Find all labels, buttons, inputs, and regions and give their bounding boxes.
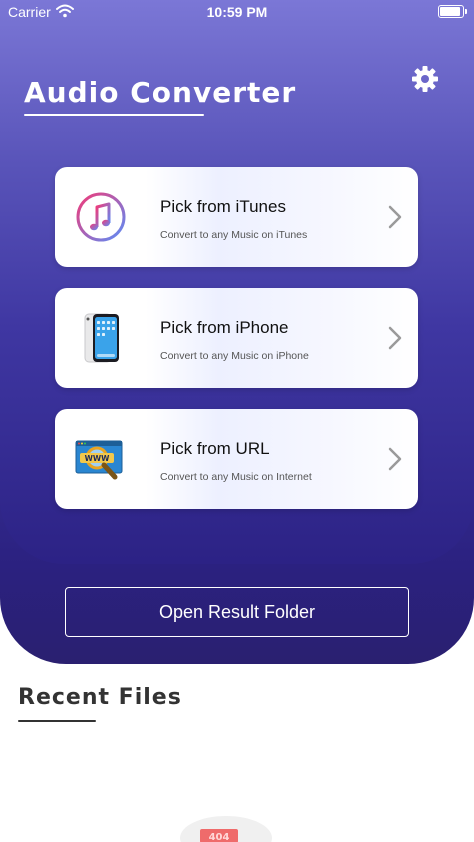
iphone-icon bbox=[84, 313, 119, 363]
pick-iphone-card[interactable]: Pick from iPhone Convert to any Music on… bbox=[55, 288, 418, 388]
www-magnifier-icon: WWW bbox=[75, 440, 123, 480]
page-title: Audio Converter bbox=[24, 76, 297, 109]
empty-badge-text: 404 bbox=[209, 832, 230, 842]
gear-icon[interactable] bbox=[410, 64, 440, 94]
open-result-folder-button[interactable]: Open Result Folder bbox=[65, 587, 409, 637]
clock: 10:59 PM bbox=[206, 4, 268, 20]
chevron-right-icon bbox=[388, 326, 402, 350]
card-title: Pick from URL bbox=[160, 439, 270, 458]
card-title: Pick from iTunes bbox=[160, 197, 286, 216]
card-subtitle: Convert to any Music on iTunes bbox=[160, 229, 308, 241]
card-title: Pick from iPhone bbox=[160, 318, 289, 337]
status-bar: Carrier 10:59 PM bbox=[0, 0, 474, 26]
card-subtitle: Convert to any Music on Internet bbox=[160, 471, 312, 483]
pick-url-card[interactable]: WWW Pick from URL Convert to any Music o… bbox=[55, 409, 418, 509]
svg-text:WWW: WWW bbox=[85, 454, 111, 463]
card-subtitle: Convert to any Music on iPhone bbox=[160, 350, 309, 362]
section-title-recent-files: Recent Files bbox=[18, 685, 182, 710]
section-underline bbox=[18, 720, 96, 722]
title-underline bbox=[24, 114, 204, 116]
empty-state-illustration: 404 bbox=[180, 816, 272, 842]
chevron-right-icon bbox=[388, 447, 402, 471]
pick-itunes-card[interactable]: Pick from iTunes Convert to any Music on… bbox=[55, 167, 418, 267]
battery-icon bbox=[438, 5, 467, 18]
chevron-right-icon bbox=[388, 205, 402, 229]
itunes-icon bbox=[76, 192, 126, 242]
